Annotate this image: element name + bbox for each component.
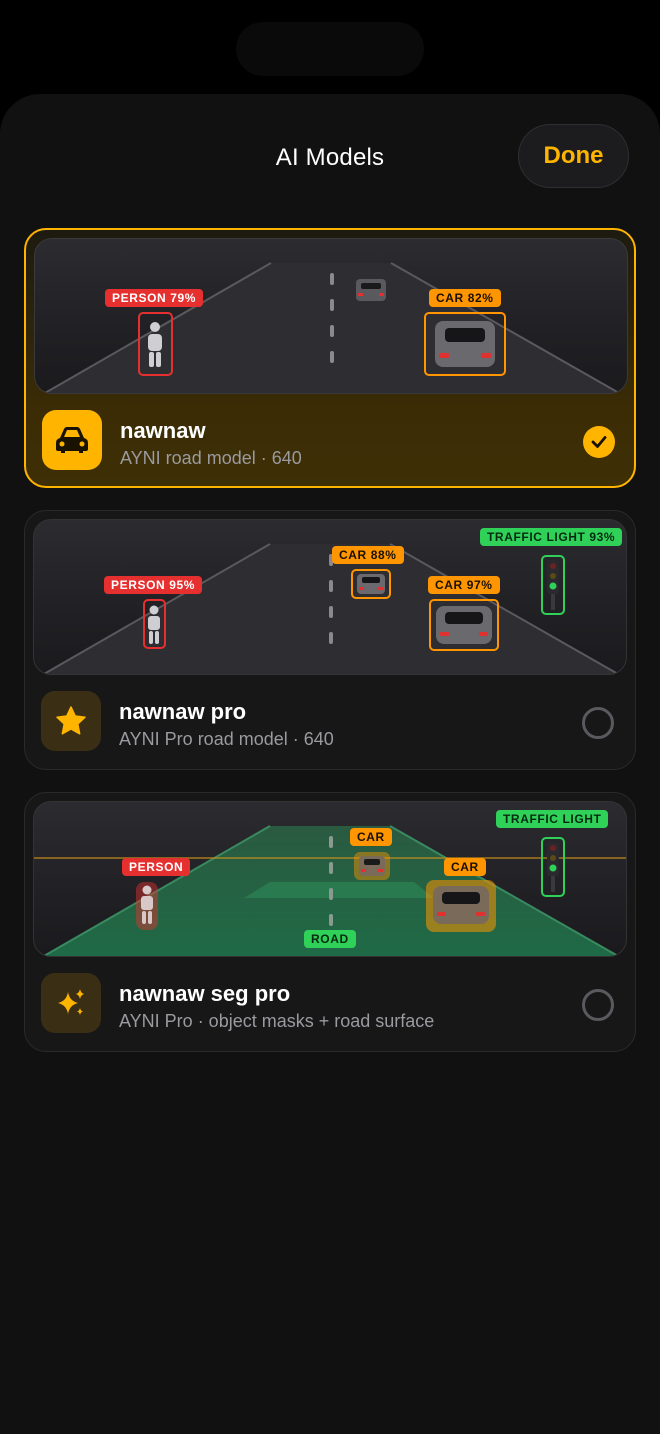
model-card-nawnaw-pro[interactable]: PERSON 95% CAR 88% CAR 97% TRAFFIC LIGHT… bbox=[24, 510, 636, 770]
near-car-detection-label: CAR 97% bbox=[428, 576, 500, 594]
model-name: nawnaw seg pro bbox=[119, 981, 291, 1006]
model-card-nawnaw-seg-pro[interactable]: PERSON CAR CAR TRAFFIC LIGHT ROAD nawnaw… bbox=[24, 792, 636, 1052]
model-description: AYNI road model · 640 bbox=[120, 448, 302, 468]
segmentation-preview: PERSON CAR CAR TRAFFIC LIGHT ROAD bbox=[33, 801, 627, 957]
model-icon-tile bbox=[42, 410, 102, 470]
traffic-light-detection-label: TRAFFIC LIGHT 93% bbox=[480, 528, 623, 546]
near-car-mask-label: CAR bbox=[444, 858, 486, 876]
sparkles-icon bbox=[58, 989, 84, 1015]
far-car bbox=[356, 279, 386, 301]
dynamic-island bbox=[236, 22, 424, 76]
car-icon bbox=[56, 427, 88, 453]
traffic-light-label: TRAFFIC LIGHT bbox=[496, 810, 609, 828]
car-detection-label: CAR 82% bbox=[429, 289, 501, 307]
star-icon bbox=[56, 706, 86, 735]
model-description: AYNI Pro road model · 640 bbox=[119, 729, 334, 749]
road-surface-label: ROAD bbox=[304, 930, 356, 948]
model-icon-tile bbox=[41, 691, 101, 751]
model-icon-tile bbox=[41, 973, 101, 1033]
model-card-nawnaw[interactable]: PERSON 79% CAR 82% nawnaw AYNI road mode… bbox=[24, 228, 636, 488]
model-name: nawnaw bbox=[120, 418, 206, 443]
detection-preview: PERSON 79% CAR 82% bbox=[34, 238, 628, 394]
far-car-mask-label: CAR bbox=[350, 828, 392, 846]
person-mask-label: PERSON bbox=[122, 858, 191, 876]
detection-preview: PERSON 95% CAR 88% CAR 97% TRAFFIC LIGHT… bbox=[33, 519, 627, 675]
done-button[interactable]: Done bbox=[518, 124, 629, 188]
person-detection-label: PERSON 79% bbox=[105, 289, 204, 307]
radio-button[interactable] bbox=[582, 707, 614, 739]
far-car-detection-label: CAR 88% bbox=[332, 546, 404, 564]
model-name: nawnaw pro bbox=[119, 699, 247, 724]
selected-checkmark-icon[interactable] bbox=[583, 426, 615, 458]
person-detection-label: PERSON 95% bbox=[104, 576, 203, 594]
model-description: AYNI Pro · object masks + road surface bbox=[119, 1011, 435, 1031]
radio-button[interactable] bbox=[582, 989, 614, 1021]
